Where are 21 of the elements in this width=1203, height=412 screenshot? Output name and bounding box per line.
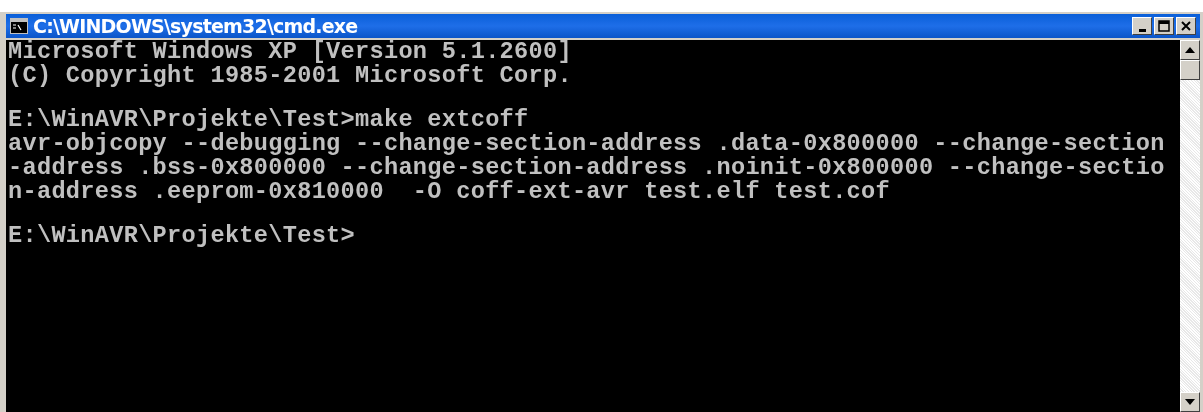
scroll-up-button[interactable]	[1180, 40, 1200, 60]
console-line: (C) Copyright 1985-2001 Microsoft Corp.	[8, 64, 572, 88]
close-button[interactable]	[1176, 17, 1196, 35]
scrollbar[interactable]	[1180, 40, 1200, 412]
minimize-button[interactable]	[1132, 17, 1152, 35]
maximize-button[interactable]	[1154, 17, 1174, 35]
console-line: E:\WinAVR\Projekte\Test>make extcoff	[8, 108, 529, 132]
console-line: n-address .eeprom-0x810000 -O coff-ext-avr test.elf test.cof	[8, 180, 890, 204]
scroll-down-button[interactable]	[1180, 392, 1200, 412]
console-line: avr-objcopy --debugging --change-section-address .data-0x800000 --change-section	[8, 132, 1165, 156]
scroll-thumb[interactable]	[1180, 60, 1200, 80]
window-title: C:\WINDOWS\system32\cmd.exe	[33, 15, 358, 37]
close-icon	[1180, 20, 1192, 32]
up-arrow-icon	[1185, 47, 1195, 53]
console-icon	[10, 18, 28, 34]
maximize-icon	[1158, 20, 1170, 32]
console-line: -address .bss-0x800000 --change-section-address .noinit-0x800000 --change-sectio	[8, 156, 1165, 180]
minimize-icon	[1138, 28, 1146, 32]
console-line: E:\WinAVR\Projekte\Test>	[8, 224, 355, 248]
console-line: Microsoft Windows XP [Version 5.1.2600]	[8, 40, 572, 64]
down-arrow-icon	[1185, 399, 1195, 405]
